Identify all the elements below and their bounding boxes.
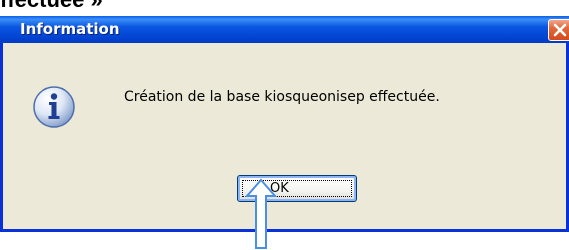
dialog-title: Information xyxy=(20,20,120,38)
close-button[interactable] xyxy=(548,19,569,41)
information-dialog: Information Création de la base kiosqueo… xyxy=(0,16,569,232)
document-heading-fragment: ffectuée » xyxy=(0,0,103,13)
dialog-titlebar[interactable]: Information xyxy=(0,16,569,43)
info-icon xyxy=(33,86,75,128)
close-x-icon xyxy=(553,23,567,37)
up-arrow-icon xyxy=(244,178,278,249)
dialog-message: Création de la base kiosqueonisep effect… xyxy=(124,89,440,105)
